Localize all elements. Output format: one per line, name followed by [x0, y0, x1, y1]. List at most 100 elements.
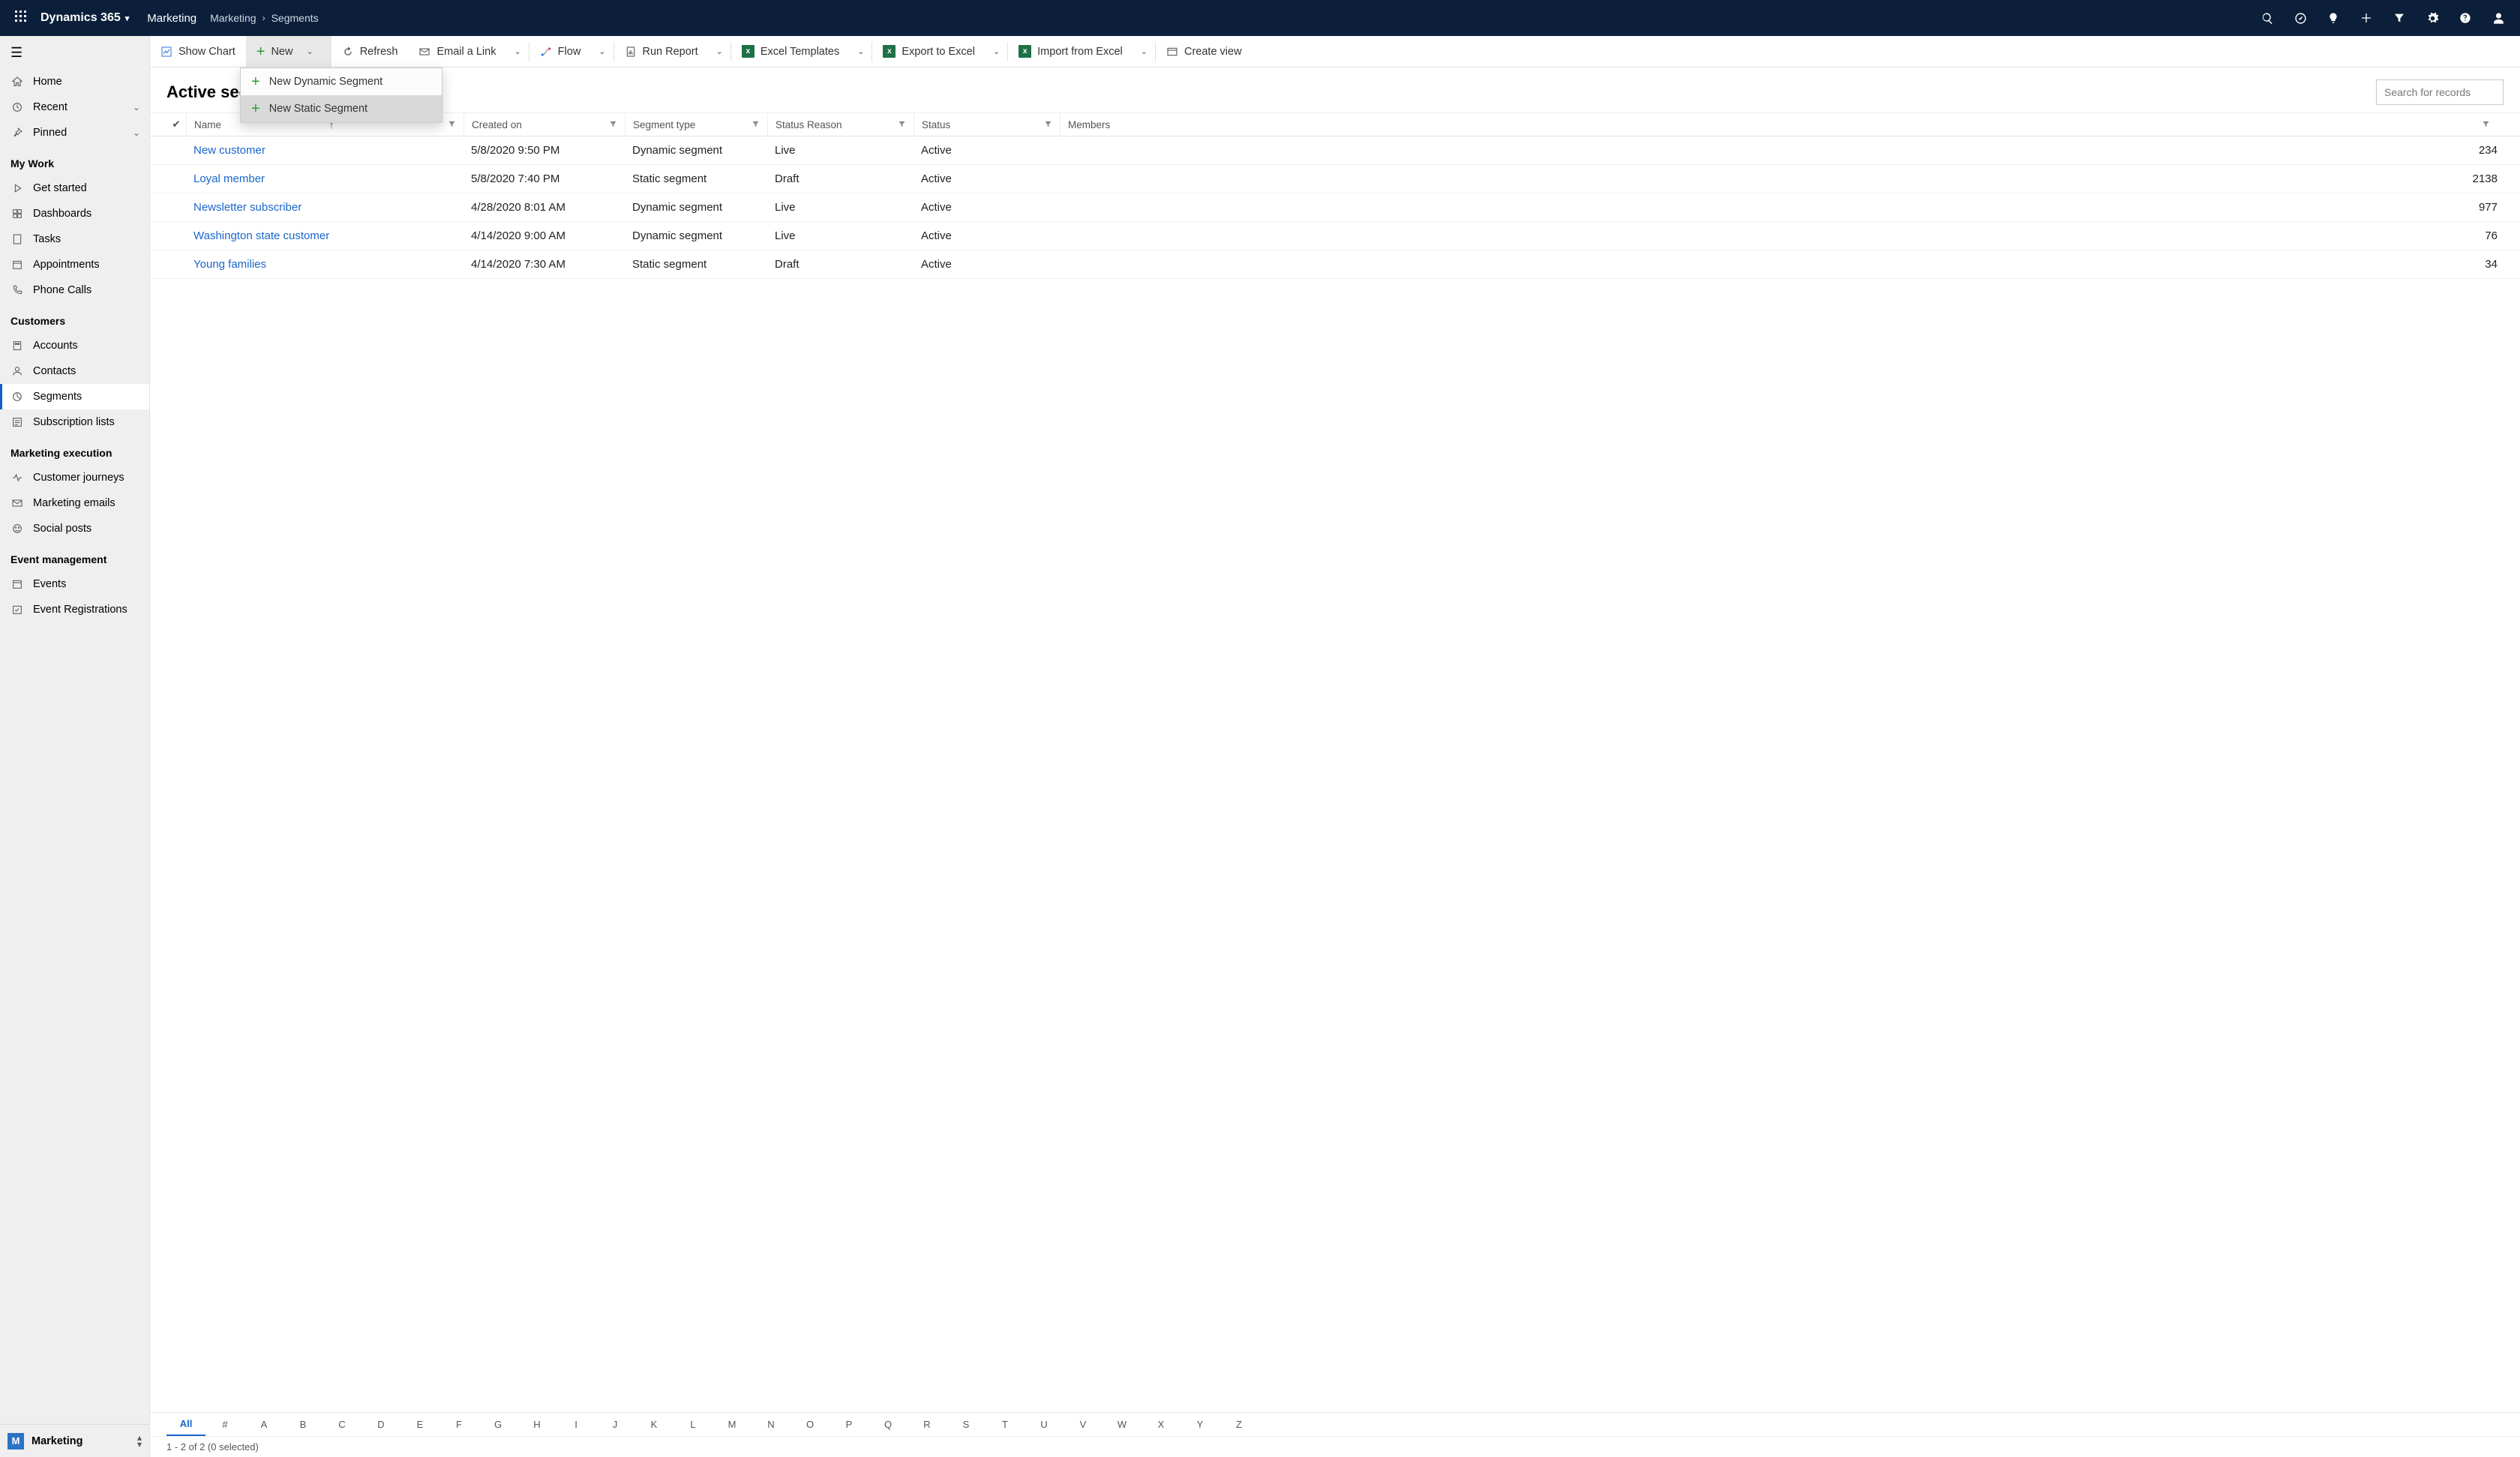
area-switcher[interactable]: M Marketing ▴▾	[0, 1424, 149, 1457]
run-report-button[interactable]: Run Report	[614, 36, 709, 67]
user-icon[interactable]	[2490, 12, 2506, 25]
alpha-m[interactable]: M	[712, 1413, 752, 1437]
app-launcher-icon[interactable]	[6, 10, 36, 26]
sidebar-item-accounts[interactable]: Accounts	[0, 333, 149, 358]
show-chart-button[interactable]: Show Chart	[150, 36, 246, 67]
alpha-f[interactable]: F	[440, 1413, 478, 1437]
alpha-x[interactable]: X	[1142, 1413, 1180, 1437]
new-static-segment-item[interactable]: + New Static Segment	[241, 95, 442, 122]
alpha-e[interactable]: E	[400, 1413, 440, 1437]
alpha-v[interactable]: V	[1064, 1413, 1102, 1437]
record-link[interactable]: Newsletter subscriber	[194, 201, 302, 214]
chevron-down-icon[interactable]: ⌄	[1133, 46, 1155, 56]
column-status[interactable]: Status	[914, 113, 1060, 136]
brand-switcher[interactable]: Dynamics 365 ▾	[36, 11, 134, 25]
sidebar-item-eventreg[interactable]: Event Registrations	[0, 597, 149, 622]
filter-icon[interactable]	[898, 119, 906, 130]
alpha-q[interactable]: Q	[868, 1413, 908, 1437]
search-records[interactable]	[2376, 79, 2504, 105]
alpha-i[interactable]: I	[556, 1413, 596, 1437]
record-link[interactable]: New customer	[194, 144, 266, 157]
record-link[interactable]: Loyal member	[194, 172, 265, 185]
sidebar-item-getstarted[interactable]: Get started	[0, 175, 149, 201]
sidebar-item-events[interactable]: Events	[0, 571, 149, 597]
sidebar-item-segments[interactable]: Segments	[0, 384, 149, 409]
filter-icon[interactable]	[448, 119, 456, 130]
help-icon[interactable]	[2457, 12, 2474, 24]
filter-icon[interactable]	[752, 119, 760, 130]
excel-templates-button[interactable]: x Excel Templates	[731, 36, 850, 67]
filter-icon[interactable]	[2391, 12, 2408, 24]
alpha-w[interactable]: W	[1102, 1413, 1142, 1437]
hamburger-icon[interactable]: ☰	[0, 36, 149, 69]
alpha-all[interactable]: All	[166, 1413, 206, 1437]
table-row[interactable]: Newsletter subscriber4/28/2020 8:01 AMDy…	[150, 193, 2520, 222]
sidebar-item-dashboards[interactable]: Dashboards	[0, 201, 149, 226]
gear-icon[interactable]	[2424, 12, 2440, 25]
create-view-button[interactable]: Create view	[1156, 36, 1252, 67]
alpha-d[interactable]: D	[362, 1413, 400, 1437]
record-link[interactable]: Young families	[194, 258, 266, 271]
new-dynamic-segment-item[interactable]: + New Dynamic Segment	[241, 68, 442, 95]
chevron-down-icon[interactable]: ⌄	[506, 46, 528, 56]
sidebar-item-social[interactable]: Social posts	[0, 516, 149, 541]
nav-home[interactable]: Home	[0, 69, 149, 94]
search-icon[interactable]	[2259, 12, 2276, 25]
alpha-y[interactable]: Y	[1180, 1413, 1220, 1437]
select-all-checkbox[interactable]: ✔	[166, 118, 186, 130]
table-row[interactable]: New customer5/8/2020 9:50 PMDynamic segm…	[150, 136, 2520, 165]
chevron-down-icon[interactable]: ⌄	[850, 46, 872, 56]
email-link-button[interactable]: Email a Link	[408, 36, 506, 67]
sidebar-item-appointments[interactable]: Appointments	[0, 252, 149, 277]
chevron-down-icon[interactable]: ⌄	[591, 46, 613, 56]
import-excel-button[interactable]: x Import from Excel	[1008, 36, 1133, 67]
refresh-button[interactable]: Refresh	[332, 36, 409, 67]
add-icon[interactable]	[2358, 12, 2374, 24]
alpha-a[interactable]: A	[244, 1413, 284, 1437]
alpha-g[interactable]: G	[478, 1413, 518, 1437]
alpha-l[interactable]: L	[674, 1413, 712, 1437]
alpha-o[interactable]: O	[790, 1413, 830, 1437]
sidebar-item-journeys[interactable]: Customer journeys	[0, 465, 149, 490]
column-segment-type[interactable]: Segment type	[625, 113, 767, 136]
column-members[interactable]: Members	[1060, 113, 2520, 136]
new-button[interactable]: + New ⌄	[246, 36, 332, 67]
sidebar-item-contacts[interactable]: Contacts	[0, 358, 149, 384]
alpha-z[interactable]: Z	[1220, 1413, 1258, 1437]
alpha-h[interactable]: H	[518, 1413, 556, 1437]
assistant-icon[interactable]	[2292, 12, 2308, 25]
filter-icon[interactable]	[2482, 119, 2490, 130]
column-created-on[interactable]: Created on	[464, 113, 625, 136]
lightbulb-icon[interactable]	[2325, 12, 2342, 24]
alpha-t[interactable]: T	[986, 1413, 1024, 1437]
chevron-down-icon[interactable]: ⌄	[986, 46, 1007, 56]
chevron-down-icon[interactable]: ⌄	[133, 127, 140, 138]
chevron-down-icon[interactable]: ⌄	[709, 46, 730, 56]
alpha-j[interactable]: J	[596, 1413, 634, 1437]
alpha-n[interactable]: N	[752, 1413, 790, 1437]
alpha-s[interactable]: S	[946, 1413, 986, 1437]
breadcrumb-current[interactable]: Segments	[272, 12, 319, 24]
filter-icon[interactable]	[609, 119, 617, 130]
chevron-down-icon[interactable]: ⌄	[298, 46, 320, 56]
search-input[interactable]	[2384, 86, 2520, 98]
column-status-reason[interactable]: Status Reason	[767, 113, 914, 136]
sidebar-item-tasks[interactable]: Tasks	[0, 226, 149, 252]
table-row[interactable]: Loyal member5/8/2020 7:40 PMStatic segme…	[150, 165, 2520, 193]
chevron-down-icon[interactable]: ⌄	[133, 102, 140, 112]
nav-recent[interactable]: Recent ⌄	[0, 94, 149, 120]
table-row[interactable]: Young families4/14/2020 7:30 AMStatic se…	[150, 250, 2520, 279]
alpha-b[interactable]: B	[284, 1413, 322, 1437]
table-row[interactable]: Washington state customer4/14/2020 9:00 …	[150, 222, 2520, 250]
alpha-#[interactable]: #	[206, 1413, 244, 1437]
app-area[interactable]: Marketing	[134, 12, 210, 25]
nav-pinned[interactable]: Pinned ⌄	[0, 120, 149, 145]
alpha-r[interactable]: R	[908, 1413, 946, 1437]
sidebar-item-memails[interactable]: Marketing emails	[0, 490, 149, 516]
alpha-p[interactable]: P	[830, 1413, 868, 1437]
filter-icon[interactable]	[1044, 119, 1052, 130]
alpha-k[interactable]: K	[634, 1413, 674, 1437]
record-link[interactable]: Washington state customer	[194, 229, 329, 242]
export-excel-button[interactable]: x Export to Excel	[872, 36, 986, 67]
alpha-c[interactable]: C	[322, 1413, 362, 1437]
